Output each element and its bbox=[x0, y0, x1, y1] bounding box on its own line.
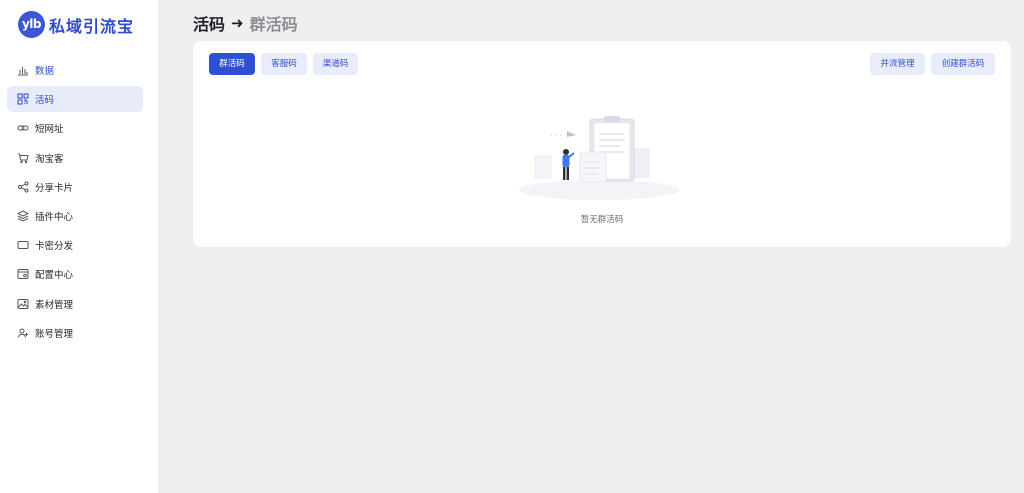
sidebar-item-label: 卡密分发 bbox=[35, 241, 74, 253]
sidebar-item-taobaoke[interactable]: 淘宝客 bbox=[7, 145, 143, 171]
user-add-icon bbox=[17, 327, 29, 339]
arrow-right-icon: ➜ bbox=[231, 14, 244, 32]
sidebar-item-card-secret[interactable]: 卡密分发 bbox=[7, 232, 143, 258]
sidebar-item-label: 配置中心 bbox=[35, 270, 74, 282]
sidebar-item-share-card[interactable]: 分享卡片 bbox=[7, 174, 143, 200]
empty-state-text: 暂无群活码 bbox=[580, 215, 624, 225]
sidebar-item-label: 短网址 bbox=[35, 124, 64, 136]
sidebar-item-accounts[interactable]: 账号管理 bbox=[7, 320, 143, 346]
sidebar-item-label: 数据 bbox=[35, 66, 55, 77]
bar-chart-icon bbox=[17, 64, 29, 76]
brand-badge: ylb bbox=[18, 11, 45, 38]
breadcrumb-current: 群活码 bbox=[249, 15, 298, 34]
tab-service-code[interactable]: 客服码 bbox=[261, 53, 307, 75]
sidebar-item-label: 分享卡片 bbox=[35, 182, 74, 194]
image-icon bbox=[17, 298, 29, 310]
sidebar-item-label: 素材管理 bbox=[35, 299, 74, 311]
sidebar-item-livecode[interactable]: 活码 bbox=[7, 86, 143, 113]
empty-illustration bbox=[514, 110, 684, 206]
tab-group-code[interactable]: 群活码 bbox=[209, 53, 255, 75]
sidebar-item-label: 活码 bbox=[35, 95, 55, 107]
layers-icon bbox=[17, 210, 29, 222]
page-title: 活码 ➜ 群活码 bbox=[193, 11, 298, 35]
sidebar-item-label: 淘宝客 bbox=[35, 153, 64, 165]
brand-name: 私域引流宝 bbox=[49, 16, 135, 36]
tab-channel-code[interactable]: 渠道码 bbox=[313, 53, 358, 75]
sidebar-item-data[interactable]: 数据 bbox=[7, 57, 143, 83]
sidebar: ylb 私域引流宝 数据 活码 短网址 淘宝客 分享卡片 插件中心 卡密分发 配… bbox=[0, 0, 158, 493]
content-card: 群活码 客服码 渠道码 并流管理 创建群活码 暂无群活码 bbox=[193, 41, 1011, 247]
settings-window-icon bbox=[17, 268, 29, 280]
app-root: ylb 私域引流宝 数据 活码 短网址 淘宝客 分享卡片 插件中心 卡密分发 配… bbox=[0, 0, 1024, 493]
sidebar-item-plugins[interactable]: 插件中心 bbox=[7, 203, 143, 229]
share-icon bbox=[17, 181, 29, 193]
link-icon bbox=[17, 122, 29, 134]
card-icon bbox=[17, 239, 29, 251]
create-group-code-button[interactable]: 创建群活码 bbox=[931, 53, 995, 75]
sidebar-item-materials[interactable]: 素材管理 bbox=[7, 291, 143, 317]
qrcode-icon bbox=[17, 93, 29, 105]
sidebar-item-short-url[interactable]: 短网址 bbox=[7, 115, 143, 141]
sidebar-item-config[interactable]: 配置中心 bbox=[7, 261, 143, 287]
brand-logo[interactable]: ylb 私域引流宝 bbox=[18, 11, 134, 38]
merge-manage-button[interactable]: 并流管理 bbox=[870, 53, 925, 75]
cart-icon bbox=[17, 152, 29, 164]
breadcrumb-root: 活码 bbox=[193, 15, 226, 34]
sidebar-item-label: 插件中心 bbox=[35, 211, 74, 223]
sidebar-item-label: 账号管理 bbox=[35, 328, 74, 340]
sidebar-nav: 数据 活码 短网址 淘宝客 分享卡片 插件中心 卡密分发 配置中心 素材管理 账… bbox=[7, 57, 143, 349]
